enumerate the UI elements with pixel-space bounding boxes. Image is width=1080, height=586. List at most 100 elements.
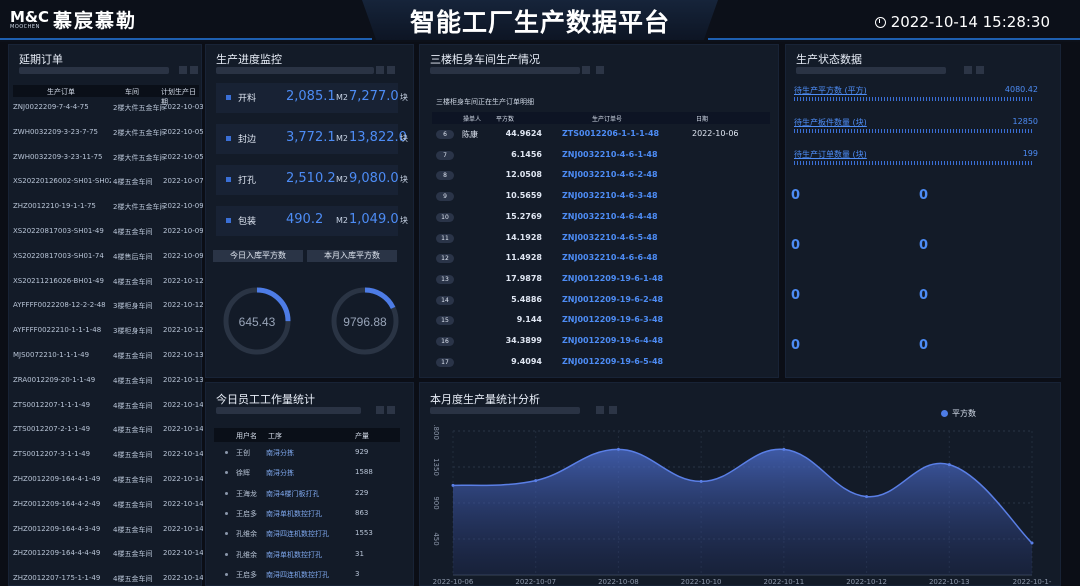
bullet-icon bbox=[225, 451, 228, 454]
chart-title: 本月度生产量统计分析 bbox=[430, 393, 540, 406]
col-header: 生产订单 bbox=[47, 88, 75, 96]
planned-date: 2022-10-07 bbox=[163, 177, 203, 186]
panel-filter-bar[interactable] bbox=[216, 407, 361, 414]
panel-button[interactable] bbox=[387, 406, 395, 414]
table-row[interactable]: ZHZ0012209-164-4-1-49 4楼五金车间 2022-10-14 bbox=[13, 475, 203, 487]
data-point[interactable] bbox=[947, 463, 951, 467]
table-row[interactable]: AYFFFF0022208-12-2-2-48 3楼柜身车间 2022-10-12 bbox=[13, 301, 203, 313]
progress-item[interactable]: 开料 2,085.1 M2 7,277.0 块 bbox=[216, 83, 408, 113]
chart-panel: 本月度生产量统计分析 平方数 1800 1350 900 450 2022-10-06 2… bbox=[419, 382, 1061, 586]
panel-button[interactable] bbox=[190, 66, 198, 74]
panel-button[interactable] bbox=[964, 66, 972, 74]
order-number: ZNJ0012209-19-6-3-48 bbox=[562, 315, 664, 325]
table-row[interactable]: ZTS0012207-2-1-1-49 4楼五金车间 2022-10-14 bbox=[13, 425, 203, 437]
table-row[interactable]: ZHZ0012209-164-4-2-49 4楼五金车间 2022-10-14 bbox=[13, 500, 203, 512]
data-point[interactable] bbox=[699, 479, 703, 483]
progress-area: 490.2 bbox=[286, 212, 324, 227]
table-row[interactable]: 15 9.144 ZNJ0012209-19-6-3-48 bbox=[432, 314, 770, 328]
table-row[interactable]: XS20211216026-BH01-49 4楼五金车间 2022-10-12 bbox=[13, 277, 203, 289]
process-name: 南浔四连机数控打孔 bbox=[266, 530, 329, 539]
panel-filter-bar[interactable] bbox=[430, 407, 580, 414]
panel-button[interactable] bbox=[596, 66, 604, 74]
panel-filter-bar[interactable] bbox=[796, 67, 946, 74]
workshop-name: 3楼柜身车间 bbox=[113, 302, 153, 311]
table-row[interactable]: XS20220817003-SH01-74 4楼售后车间 2022-10-09 bbox=[13, 252, 203, 264]
table-row[interactable]: 王创 南浔分拣 929 bbox=[214, 447, 400, 459]
table-row[interactable]: 9 10.5659 ZNJ0032210-4-6-3-48 bbox=[432, 190, 770, 204]
data-point[interactable] bbox=[534, 479, 538, 483]
panel-button[interactable] bbox=[582, 66, 590, 74]
panel-button[interactable] bbox=[976, 66, 984, 74]
bullet-icon bbox=[225, 572, 228, 576]
panel-filter-bar[interactable] bbox=[216, 67, 374, 74]
table-row[interactable]: XS20220817003-SH01-49 4楼五金车间 2022-10-09 bbox=[13, 227, 203, 239]
brand-logo[interactable]: M&C MOOCHEN 慕宸慕勒 bbox=[10, 6, 137, 33]
panel-button[interactable] bbox=[609, 406, 617, 414]
table-row[interactable]: 王启多 南浔单机数控打孔 863 bbox=[214, 508, 400, 520]
x-tick-label: 2022-10-12 bbox=[846, 578, 887, 585]
table-row[interactable]: XS20220126002-SH01-SH02-494楼五金车间 2022-10-… bbox=[13, 177, 203, 189]
table-row[interactable]: ZRA0012209-20-1-1-49 4楼五金车间 2022-10-13 bbox=[13, 376, 203, 388]
y-tick-label: 450 bbox=[432, 532, 440, 545]
panel-button[interactable] bbox=[376, 66, 384, 74]
table-row[interactable]: 王启多 南浔四连机数控打孔 3 bbox=[214, 569, 400, 581]
data-point[interactable] bbox=[451, 483, 455, 487]
planned-date: 2022-10-05 bbox=[163, 152, 203, 161]
table-row[interactable]: ZHZ0012209-164-4-3-49 4楼五金车间 2022-10-14 bbox=[13, 525, 203, 537]
table-row[interactable]: ZHZ0012210-19-1-1-75 2楼大件五金车间 2022-10-09 bbox=[13, 202, 203, 214]
table-row[interactable]: 8 12.0508 ZNJ0032210-4-6-2-48 bbox=[432, 169, 770, 183]
table-row[interactable]: 13 17.9878 ZNJ0012209-19-6-1-48 bbox=[432, 273, 770, 287]
table-row[interactable]: 12 11.4928 ZNJ0032210-4-6-6-48 bbox=[432, 252, 770, 266]
table-row[interactable]: ZNJ0022209-7-4-4-75 2楼大件五金车间 2022-10-03 bbox=[13, 103, 203, 115]
progress-item[interactable]: 打孔 2,510.2 M2 9,080.0 块 bbox=[216, 165, 408, 195]
table-row[interactable]: ZTS0012207-3-1-1-49 4楼五金车间 2022-10-14 bbox=[13, 450, 203, 462]
workshop-name: 4楼五金车间 bbox=[113, 525, 153, 534]
data-point[interactable] bbox=[782, 447, 786, 451]
panel-filter-bar[interactable] bbox=[19, 67, 169, 74]
status-label[interactable]: 待生产平方数 (平方) bbox=[794, 85, 867, 96]
data-point[interactable] bbox=[1030, 541, 1034, 545]
progress-label: 开料 bbox=[238, 94, 257, 104]
table-row[interactable]: 11 14.1928 ZNJ0032210-4-6-5-48 bbox=[432, 232, 770, 246]
data-point[interactable] bbox=[616, 447, 620, 451]
panel-title: 延期订单 bbox=[19, 53, 63, 66]
table-row[interactable]: 徐辉 南浔分拣 1588 bbox=[214, 467, 400, 479]
output-value: 229 bbox=[355, 488, 369, 497]
status-label[interactable]: 待生产订单数量 (块) bbox=[794, 149, 867, 160]
planned-date: 2022-10-05 bbox=[163, 127, 203, 136]
table-row[interactable]: MJS0072210-1-1-1-49 4楼五金车间 2022-10-13 bbox=[13, 351, 203, 363]
table-row[interactable]: ZWH0032209-3-23-11-75 2楼大件五金车间 2022-10-05 bbox=[13, 153, 203, 165]
data-point[interactable] bbox=[865, 495, 869, 499]
table-row[interactable]: 7 6.1456 ZNJ0032210-4-6-1-48 bbox=[432, 149, 770, 163]
table-row[interactable]: ZHZ0012207-175-1-1-49 4楼五金车间 2022-10-14 bbox=[13, 574, 203, 586]
workshop-name: 4楼五金车间 bbox=[113, 500, 153, 509]
progress-item[interactable]: 封边 3,772.1 M2 13,822.0 块 bbox=[216, 124, 408, 154]
row-index-badge: 13 bbox=[436, 274, 454, 284]
datetime-text: 2022-10-14 15:28:30 bbox=[890, 13, 1050, 31]
table-row[interactable]: 孔维余 南浔四连机数控打孔 1553 bbox=[214, 528, 400, 540]
panel-button[interactable] bbox=[596, 406, 604, 414]
header-divider-right bbox=[708, 38, 1080, 40]
table-row[interactable]: ZTS0012207-1-1-1-49 4楼五金车间 2022-10-14 bbox=[13, 401, 203, 413]
panel-filter-bar[interactable] bbox=[430, 67, 580, 74]
progress-item[interactable]: 包装 490.2 M2 1,049.0 块 bbox=[216, 206, 408, 236]
table-row[interactable]: 16 34.3899 ZNJ0012209-19-6-4-48 bbox=[432, 335, 770, 349]
zero-value: 0 bbox=[919, 288, 929, 303]
gauge-today-value: 645.43 bbox=[239, 315, 276, 329]
table-row[interactable]: AYFFFF0022210-1-1-1-48 3楼柜身车间 2022-10-12 bbox=[13, 326, 203, 338]
panel-button[interactable] bbox=[387, 66, 395, 74]
table-row[interactable]: 6 陈康 44.9624 ZTS0012206-1-1-1-48 2022-10-06 bbox=[432, 128, 770, 142]
table-row[interactable]: ZWH0032209-3-23-7-75 2楼大件五金车间 2022-10-05 bbox=[13, 128, 203, 140]
area-value: 44.9624 bbox=[505, 129, 542, 138]
table-row[interactable]: 孔维余 南浔单机数控打孔 31 bbox=[214, 549, 400, 561]
panel-button[interactable] bbox=[179, 66, 187, 74]
table-row[interactable]: 王海龙 南浔4楼门板打孔 229 bbox=[214, 488, 400, 500]
table-row[interactable]: 10 15.2769 ZNJ0032210-4-6-4-48 bbox=[432, 211, 770, 225]
table-row[interactable]: ZHZ0012209-164-4-4-49 4楼五金车间 2022-10-14 bbox=[13, 549, 203, 561]
workshop-name: 4楼五金车间 bbox=[113, 376, 153, 385]
table-row[interactable]: 17 9.4094 ZNJ0012209-19-6-5-48 bbox=[432, 356, 770, 370]
table-row[interactable]: 14 5.4886 ZNJ0012209-19-6-2-48 bbox=[432, 294, 770, 308]
bullet-icon bbox=[225, 511, 228, 515]
panel-button[interactable] bbox=[376, 406, 384, 414]
status-label[interactable]: 待生产板件数量 (块) bbox=[794, 117, 867, 128]
